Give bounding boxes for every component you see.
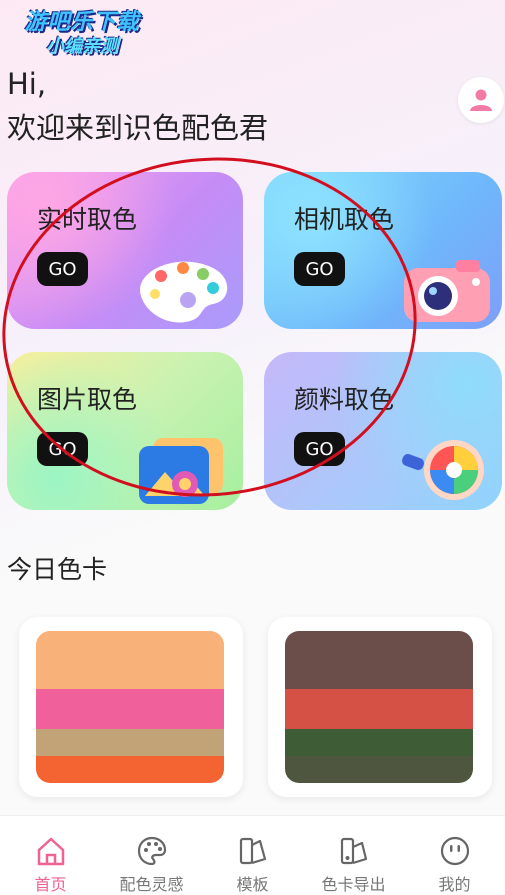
card-title: 相机取色 xyxy=(294,205,395,234)
go-button[interactable]: GO xyxy=(294,432,345,466)
pigment-pick-card[interactable]: 颜料取色 GO xyxy=(264,352,502,510)
watermark-line1: 游吧乐下载 xyxy=(24,10,140,35)
color-band xyxy=(285,756,473,783)
user-icon xyxy=(470,89,492,111)
tab-color-card-export[interactable]: 色卡导出 xyxy=(303,816,404,895)
color-band xyxy=(36,689,224,729)
tab-label: 模板 xyxy=(236,875,269,894)
palette-swatch xyxy=(36,631,224,783)
palette-card-1[interactable] xyxy=(19,617,243,797)
go-button[interactable]: GO xyxy=(37,252,88,286)
face-icon xyxy=(438,834,472,868)
tab-mine[interactable]: 我的 xyxy=(404,816,505,895)
color-band xyxy=(285,631,473,689)
card-title: 图片取色 xyxy=(37,385,138,414)
tab-label: 配色灵感 xyxy=(119,875,184,894)
home-icon xyxy=(34,834,68,868)
profile-avatar-button[interactable] xyxy=(458,77,504,123)
go-button[interactable]: GO xyxy=(294,252,345,286)
color-card-export-icon xyxy=(337,834,371,868)
go-button[interactable]: GO xyxy=(37,432,88,466)
watermark-line2: 小编亲测 xyxy=(46,36,118,57)
palette-swatch xyxy=(285,631,473,783)
palette-icon xyxy=(135,834,169,868)
card-title: 实时取色 xyxy=(37,205,138,234)
card-title: 颜料取色 xyxy=(294,385,395,414)
tab-home[interactable]: 首页 xyxy=(0,816,101,895)
color-band xyxy=(36,729,224,756)
color-band xyxy=(36,631,224,689)
realtime-pick-card[interactable]: 实时取色 GO xyxy=(7,172,243,329)
color-band xyxy=(285,689,473,729)
color-wheel-icon xyxy=(402,440,484,500)
image-icon xyxy=(139,438,223,504)
image-pick-card[interactable]: 图片取色 GO xyxy=(7,352,243,510)
color-band xyxy=(36,756,224,783)
camera-pick-card[interactable]: 相机取色 GO xyxy=(264,172,502,329)
bottom-tab-bar: 首页 配色灵感 模板 色卡导出 我的 xyxy=(0,815,505,895)
tab-label: 我的 xyxy=(438,875,471,894)
tab-template[interactable]: 模板 xyxy=(202,816,303,895)
greeting: Hi, 欢迎来到识色配色君 xyxy=(7,62,268,150)
section-title-today-palette: 今日色卡 xyxy=(7,555,108,584)
tab-label: 色卡导出 xyxy=(321,875,386,894)
camera-icon xyxy=(404,260,490,322)
greeting-hi: Hi, xyxy=(7,67,47,101)
color-band xyxy=(285,729,473,756)
palette-icon xyxy=(140,261,228,323)
tab-inspiration[interactable]: 配色灵感 xyxy=(101,816,202,895)
watermark: 游吧乐下载 小编亲测 xyxy=(12,10,152,58)
greeting-welcome: 欢迎来到识色配色君 xyxy=(7,111,269,145)
palette-card-2[interactable] xyxy=(268,617,492,797)
template-icon xyxy=(236,834,270,868)
tab-label: 首页 xyxy=(34,875,67,894)
